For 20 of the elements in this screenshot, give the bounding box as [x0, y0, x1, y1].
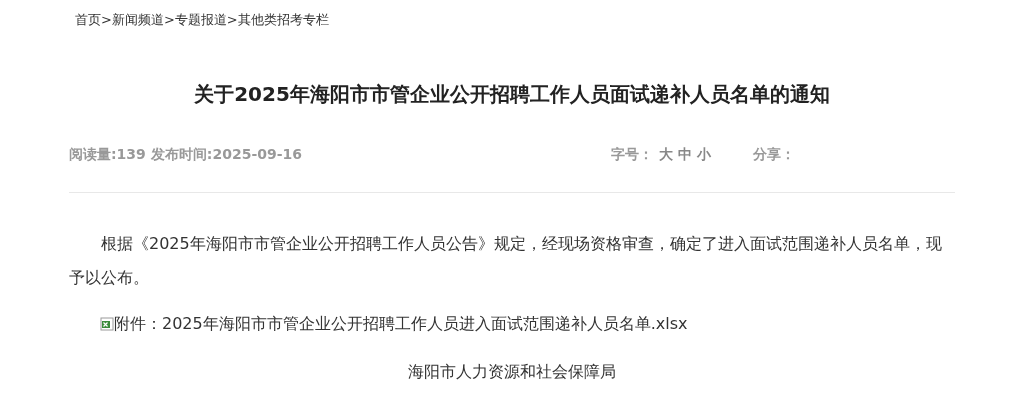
publish-date: 发布时间:2025-09-16: [150, 146, 302, 164]
view-count: 阅读量:139: [69, 146, 146, 164]
breadcrumb-link[interactable]: 专题报道: [174, 12, 227, 27]
breadcrumb-link[interactable]: 首页: [75, 12, 101, 27]
font-size-link[interactable]: 大: [659, 146, 673, 164]
breadcrumb-separator: >: [163, 12, 175, 27]
breadcrumb-separator: >: [226, 12, 238, 27]
font-size-link[interactable]: 中: [678, 146, 692, 164]
attachment-link[interactable]: 2025年海阳市市管企业公开招聘工作人员进入面试范围递补人员名单.xlsx: [162, 309, 688, 339]
breadcrumb-link[interactable]: 其他类招考专栏: [237, 12, 329, 27]
article-title: 关于2025年海阳市市管企业公开招聘工作人员面试递补人员名单的通知: [193, 81, 831, 108]
attachment-label: 附件：: [114, 313, 162, 335]
font-size-label: 字号：: [611, 146, 653, 164]
spreadsheet-icon: [100, 317, 114, 331]
share-label: 分享：: [753, 146, 795, 164]
breadcrumb-separator: >: [101, 12, 112, 27]
body-paragraph: 根据《2025年海阳市市管企业公开招聘工作人员公告》规定，经现场资格审查，确定了进入面试范围递补人员名单，现予以公布。: [69, 233, 943, 289]
font-size-link[interactable]: 小: [697, 146, 711, 164]
breadcrumb-link[interactable]: 新闻频道: [111, 12, 164, 27]
signature: 海阳市人力资源和社会保障局: [407, 361, 617, 383]
